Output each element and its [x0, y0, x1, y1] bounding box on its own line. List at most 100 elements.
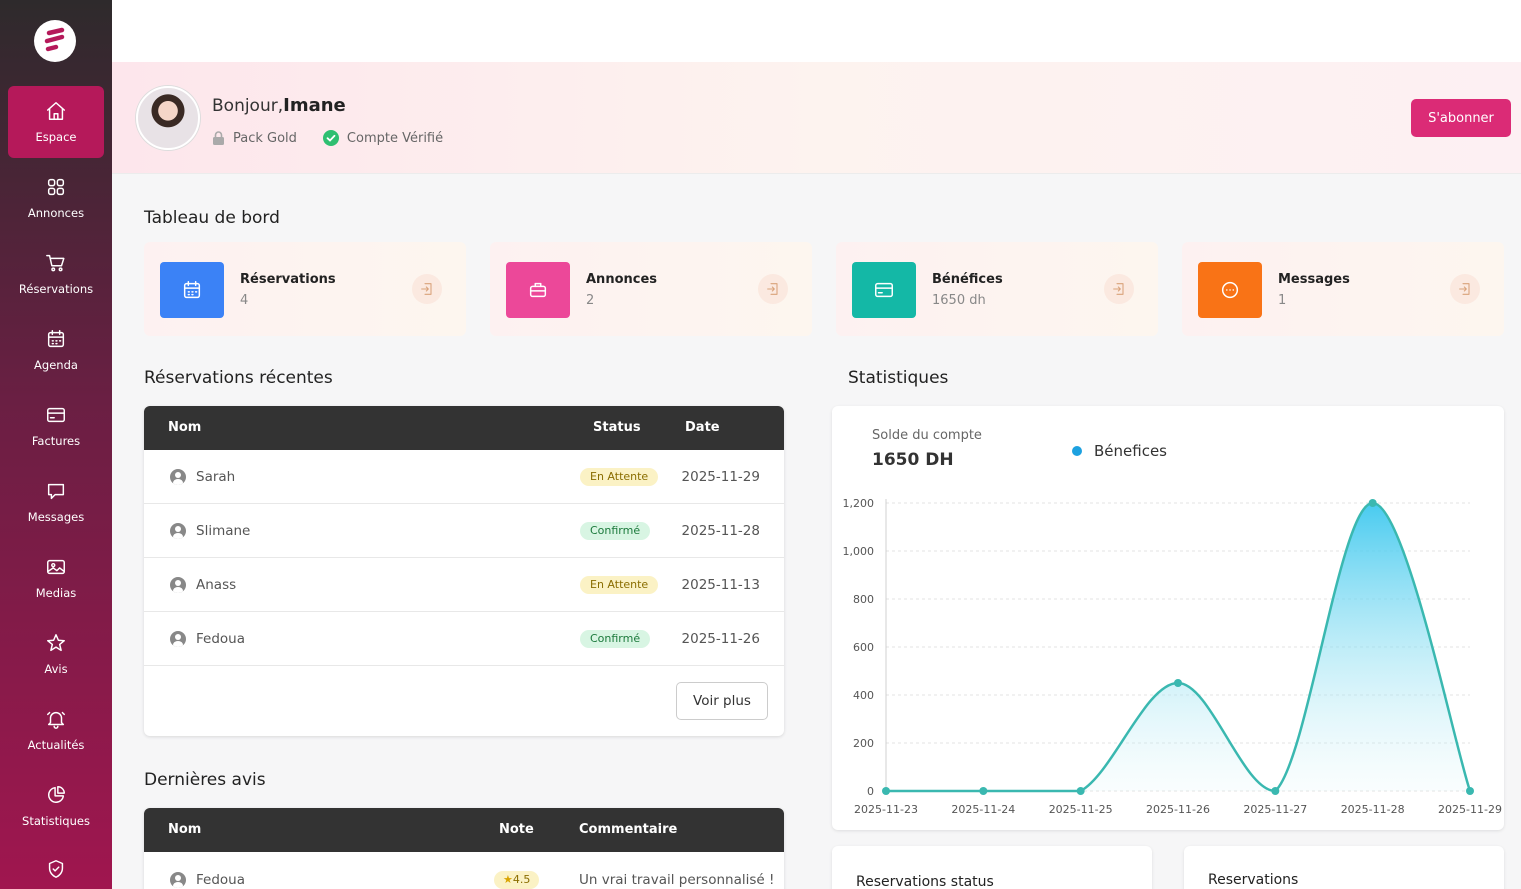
- card-icon: [875, 282, 893, 298]
- dashboard-title: Tableau de bord: [144, 208, 280, 228]
- sidebar-item-label: Medias: [35, 586, 77, 600]
- pie-chart-icon: [48, 786, 65, 803]
- pack-label: Pack Gold: [233, 130, 297, 146]
- card-icon-box: [506, 262, 570, 318]
- col-nom[interactable]: Nom: [168, 822, 201, 837]
- x-tick-label: 2025-11-28: [1341, 803, 1405, 816]
- recent-reservations-title: Réservations récentes: [144, 368, 333, 388]
- row-date: 2025-11-13: [681, 577, 760, 593]
- reviews-table: Nom Note Commentaire Fedoua ★4.5 Un vrai…: [144, 808, 784, 889]
- table-header: Nom Status Date: [144, 406, 784, 450]
- verified-status: Compte Vérifié: [322, 130, 443, 146]
- greeting: Bonjour,Imane: [212, 95, 346, 116]
- card-open-button[interactable]: [1450, 274, 1480, 304]
- sidebar-item-label: Factures: [31, 434, 81, 448]
- sidebar-item-actualites[interactable]: Actualités: [8, 694, 104, 766]
- subscribe-button[interactable]: S'abonner: [1411, 99, 1511, 137]
- avatar[interactable]: [136, 86, 200, 150]
- message-icon: [1221, 281, 1239, 299]
- data-point: [1271, 787, 1280, 795]
- y-tick-label: 800: [853, 593, 874, 606]
- card-open-button[interactable]: [1104, 274, 1134, 304]
- status-badge: En Attente: [580, 468, 659, 486]
- x-tick-label: 2025-11-23: [854, 803, 918, 816]
- table-row[interactable]: Fedoua Confirmé 2025-11-26: [144, 612, 784, 666]
- y-tick-label: 1,000: [843, 545, 875, 558]
- card-benefices[interactable]: Bénéfices 1650 dh: [836, 242, 1158, 336]
- sidebar-item-reservations[interactable]: Réservations: [8, 238, 104, 310]
- user-name: Imane: [283, 95, 346, 116]
- col-commentaire[interactable]: Commentaire: [579, 822, 677, 837]
- reservations-card: Reservations: [1184, 846, 1504, 889]
- cart-icon: [46, 254, 65, 272]
- reviews-title: Dernières avis: [144, 770, 266, 790]
- profile-banner: Bonjour,Imane Pack Gold Compte Vérifié S…: [112, 62, 1521, 174]
- col-nom[interactable]: Nom: [168, 420, 201, 435]
- user-icon: [170, 469, 186, 485]
- sidebar-item-label: Actualités: [27, 738, 85, 752]
- table-row[interactable]: Fedoua ★4.5 Un vrai travail personnalisé…: [144, 852, 784, 889]
- sidebar-item-label: Messages: [27, 510, 85, 524]
- login-icon: [1459, 283, 1470, 295]
- user-icon: [170, 631, 186, 647]
- sidebar-item-statistiques[interactable]: Statistiques: [8, 770, 104, 842]
- table-row[interactable]: Sarah En Attente 2025-11-29: [144, 450, 784, 504]
- sidebar-item-medias[interactable]: Medias: [8, 542, 104, 614]
- login-icon: [767, 283, 778, 295]
- card-title: Réservations: [240, 272, 336, 287]
- sidebar-item-espace[interactable]: Espace: [8, 86, 104, 158]
- sidebar-item-agenda[interactable]: Agenda: [8, 314, 104, 386]
- see-more-button[interactable]: Voir plus: [676, 682, 768, 720]
- card-messages[interactable]: Messages 1: [1182, 242, 1504, 336]
- sidebar-item-avis[interactable]: Avis: [8, 618, 104, 690]
- rating-value: 4.5: [512, 873, 531, 886]
- table-header: Nom Note Commentaire: [144, 808, 784, 852]
- col-status[interactable]: Status: [593, 420, 641, 435]
- card-annonces[interactable]: Annonces 2: [490, 242, 812, 336]
- x-tick-label: 2025-11-27: [1243, 803, 1307, 816]
- card-value: 2: [586, 293, 595, 308]
- col-date[interactable]: Date: [685, 420, 720, 435]
- app-logo[interactable]: [34, 20, 76, 62]
- sidebar-item-label: Statistiques: [22, 814, 90, 828]
- x-tick-label: 2025-11-25: [1049, 803, 1113, 816]
- row-name: Sarah: [196, 469, 236, 485]
- calendar-icon: [183, 281, 201, 299]
- calendar-icon: [47, 330, 65, 348]
- card-title: Reservations: [1208, 872, 1299, 888]
- card-open-button[interactable]: [412, 274, 442, 304]
- status-badge: En Attente: [580, 576, 659, 594]
- benefits-chart[interactable]: 0 200 400 600 800 1,000 1,200 2025-11-23 2025-11…: [832, 406, 1504, 830]
- pack-status: Pack Gold: [212, 131, 297, 146]
- row-name: Anass: [196, 577, 237, 593]
- recent-reservations-table: Nom Status Date Sarah En Attente 2025-11…: [144, 406, 784, 736]
- card-value: 4: [240, 293, 249, 308]
- data-point: [1174, 679, 1182, 687]
- sidebar-item-label: Avis: [44, 662, 68, 676]
- card-open-button[interactable]: [758, 274, 788, 304]
- col-note[interactable]: Note: [499, 822, 534, 837]
- y-tick-label: 200: [853, 737, 874, 750]
- sidebar-item-messages[interactable]: Messages: [8, 466, 104, 538]
- table-row[interactable]: Anass En Attente 2025-11-13: [144, 558, 784, 612]
- table-row[interactable]: Slimane Confirmé 2025-11-28: [144, 504, 784, 558]
- star-icon: [47, 634, 65, 652]
- statistics-panel: Solde du compte 1650 DH Bénefices 0 200 40…: [832, 406, 1504, 830]
- data-point: [882, 787, 890, 795]
- card-title: Messages: [1278, 272, 1350, 287]
- statistics-title: Statistiques: [848, 368, 949, 388]
- card-value: 1: [1278, 293, 1287, 308]
- card-title: Reservations status: [856, 874, 994, 889]
- top-bar: [112, 0, 1521, 62]
- card-title: Bénéfices: [932, 272, 1003, 287]
- card-icon-box: [852, 262, 916, 318]
- card-reservations[interactable]: Réservations 4: [144, 242, 466, 336]
- sidebar-item-security[interactable]: [8, 846, 104, 889]
- x-tick-label: 2025-11-26: [1146, 803, 1210, 816]
- briefcase-icon: [529, 282, 547, 298]
- sidebar-item-factures[interactable]: Factures: [8, 390, 104, 462]
- greeting-text: Bonjour,: [212, 96, 284, 116]
- data-point: [979, 787, 988, 795]
- series-area: [886, 503, 1470, 791]
- sidebar-item-annonces[interactable]: Annonces: [8, 162, 104, 234]
